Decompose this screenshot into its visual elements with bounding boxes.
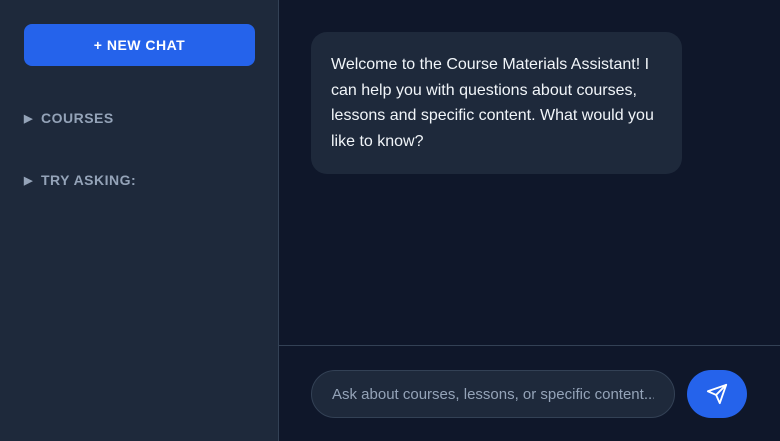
chat-input[interactable] [311, 370, 675, 418]
chat-main: Welcome to the Course Materials Assistan… [279, 0, 780, 441]
try-asking-section-toggle[interactable]: ▶ TRY ASKING: [24, 172, 254, 188]
triangle-right-icon: ▶ [24, 174, 33, 187]
try-asking-section-label: TRY ASKING: [40, 172, 137, 188]
chat-input-area [279, 345, 780, 441]
courses-section-toggle[interactable]: ▶ COURSES [24, 110, 254, 126]
new-chat-button[interactable]: + NEW CHAT [24, 24, 255, 66]
assistant-message: Welcome to the Course Materials Assistan… [311, 32, 682, 174]
triangle-right-icon: ▶ [24, 112, 33, 125]
sidebar: + NEW CHAT ▶ COURSES ▶ TRY ASKING: [0, 0, 279, 441]
app-root: + NEW CHAT ▶ COURSES ▶ TRY ASKING: Welco… [0, 0, 780, 441]
send-button[interactable] [687, 370, 747, 418]
courses-section-label: COURSES [40, 110, 114, 126]
message-list[interactable]: Welcome to the Course Materials Assistan… [279, 0, 780, 345]
send-icon [706, 383, 728, 405]
